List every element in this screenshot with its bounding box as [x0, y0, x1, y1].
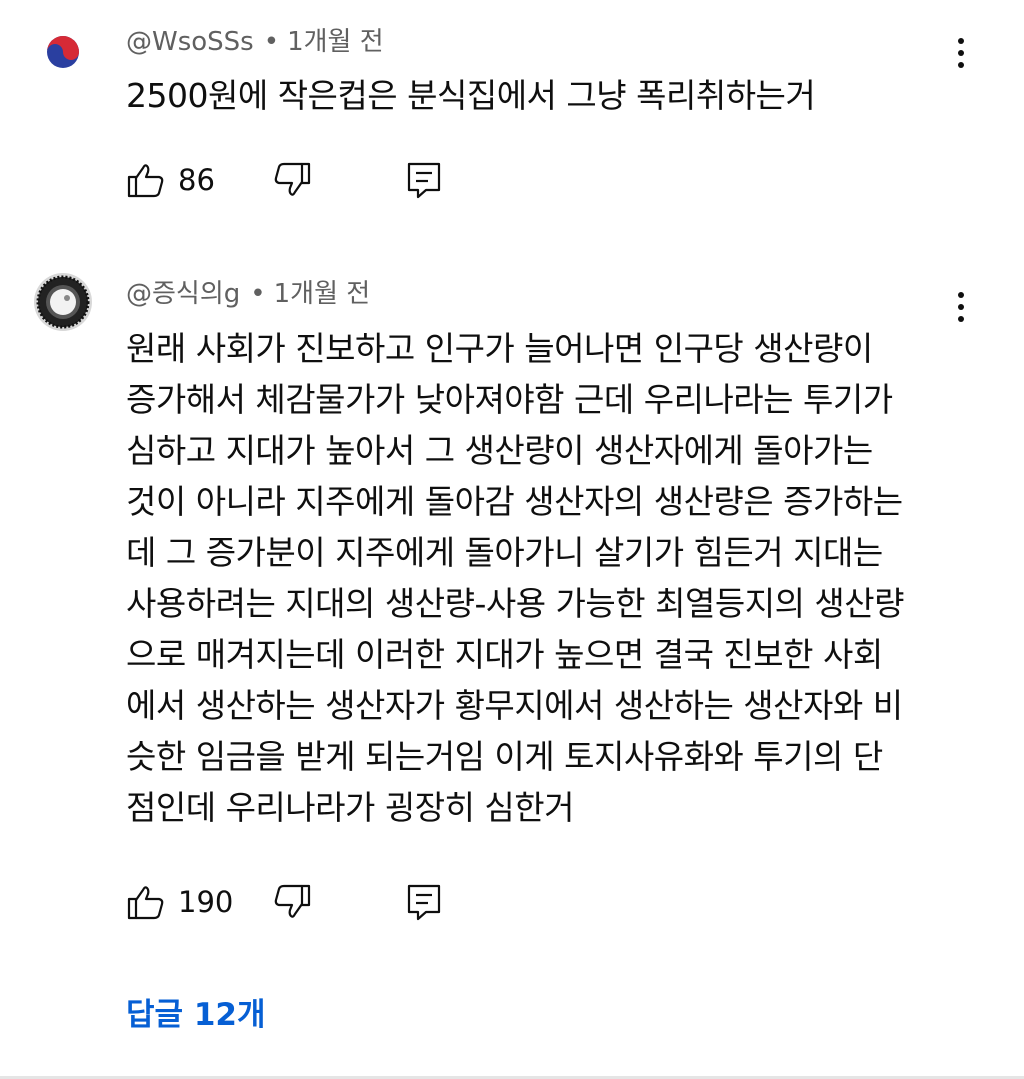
- more-dot: [958, 50, 964, 56]
- comment-text: 원래 사회가 진보하고 인구가 늘어나면 인구당 생산량이 증가해서 체감물가가…: [126, 323, 966, 833]
- separator-dot: •: [250, 279, 266, 309]
- gear-icon: [34, 273, 92, 331]
- avatar[interactable]: [33, 272, 93, 332]
- more-dot: [958, 304, 964, 310]
- more-options-button[interactable]: [944, 284, 978, 328]
- comment-line: 에서 생산하는 생산자가 황무지에서 생산하는 생산자와 비: [126, 686, 903, 725]
- comment-line: 으로 매겨지는데 이러한 지대가 높으면 결국 진보한 사회: [126, 635, 883, 674]
- comment-line: 데 그 증가분이 지주에게 돌아가니 살기가 힘든거 지대는: [126, 533, 883, 572]
- comment-line: 증가해서 체감물가가 낮아져야함 근데 우리나라는 투기가: [126, 380, 893, 419]
- comment-thread: @WsoSSs • 1개월 전 2500원에 작은컵은 분식집에서 그냥 폭리취하는…: [0, 0, 1024, 1079]
- comment-1: @WsoSSs • 1개월 전 2500원에 작은컵은 분식집에서 그냥 폭리취하는…: [0, 0, 1024, 240]
- author-handle[interactable]: @증식의g: [126, 279, 240, 309]
- thumbs-up-icon[interactable]: [126, 882, 166, 922]
- comment-line: 원래 사회가 진보하고 인구가 늘어나면 인구당 생산량이: [126, 329, 873, 368]
- timestamp[interactable]: 1개월 전: [274, 279, 371, 309]
- like-count: 190: [178, 885, 234, 919]
- comment-2: @증식의g • 1개월 전 원래 사회가 진보하고 인구가 늘어나면 인구당 생산량…: [0, 260, 1024, 1060]
- comment-line: 것이 아니라 지주에게 돌아감 생산자의 생산량은 증가하는: [126, 482, 903, 521]
- view-replies-button[interactable]: 답글 12개: [126, 992, 266, 1038]
- more-dot: [958, 316, 964, 322]
- like-count: 86: [178, 163, 215, 197]
- more-dot: [958, 38, 964, 44]
- separator-dot: •: [263, 27, 280, 57]
- comment-line: 사용하려는 지대의 생산량-사용 가능한 최열등지의 생산량: [126, 584, 905, 623]
- comment-line: 2500원에 작은컵은 분식집에서 그냥 폭리취하는거: [126, 76, 816, 115]
- comment-header: @WsoSSs • 1개월 전: [126, 22, 384, 62]
- more-dot: [958, 62, 964, 68]
- author-handle[interactable]: @WsoSSs: [126, 27, 254, 57]
- reply-icon[interactable]: [404, 160, 444, 200]
- action-bar: 86: [126, 158, 526, 206]
- thumbs-down-icon[interactable]: [272, 160, 312, 200]
- thumbs-up-icon[interactable]: [126, 160, 166, 200]
- comment-line: 슷한 임금을 받게 되는거임 이게 토지사유화와 투기의 단: [126, 737, 883, 776]
- comment-line: 점인데 우리나라가 굉장히 심한거: [126, 788, 575, 827]
- reply-icon[interactable]: [404, 882, 444, 922]
- comment-header: @증식의g • 1개월 전: [126, 274, 370, 314]
- timestamp[interactable]: 1개월 전: [287, 27, 384, 57]
- more-options-button[interactable]: [944, 30, 978, 74]
- thumbs-down-icon[interactable]: [272, 882, 312, 922]
- comment-line: 심하고 지대가 높아서 그 생산량이 생산자에게 돌아가는: [126, 431, 873, 470]
- comment-text: 2500원에 작은컵은 분식집에서 그냥 폭리취하는거: [126, 70, 966, 121]
- action-bar: 190: [126, 880, 526, 928]
- more-dot: [958, 292, 964, 298]
- taegeuk-icon: [47, 36, 79, 68]
- avatar[interactable]: [33, 22, 93, 82]
